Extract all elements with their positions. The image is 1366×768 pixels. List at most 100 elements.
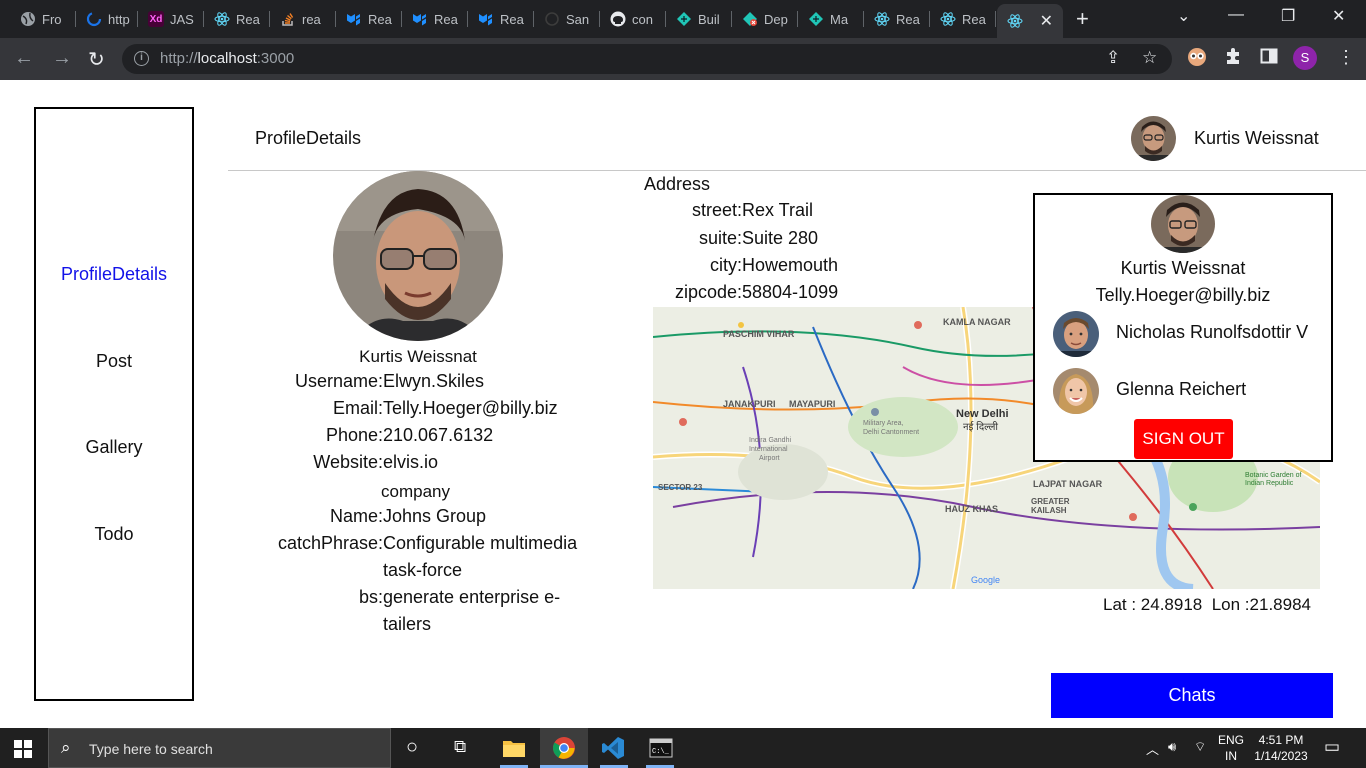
page-title: ProfileDetails (255, 128, 362, 148)
bs-value-line2: tailers (383, 614, 432, 634)
username-value: Elwyn.Skiles (383, 371, 485, 391)
url-input[interactable]: i http://localhost:3000 ⇪ ☆ (122, 44, 1172, 74)
notifications-icon[interactable]: ▭ (1324, 737, 1340, 757)
input-language[interactable]: ENG IN (1218, 732, 1244, 764)
browser-tab[interactable]: Rea (204, 4, 270, 34)
search-icon: ⌕ (61, 738, 71, 757)
active-tab[interactable]: ✕ (997, 4, 1063, 38)
reload-icon[interactable]: ↻ (88, 47, 105, 72)
browser-tab-label: Rea (500, 11, 524, 27)
app-page: ProfileDetails Post Gallery Todo Profile… (0, 80, 1366, 728)
svg-text:Delhi Cantonment: Delhi Cantonment (863, 429, 919, 436)
street-value: Rex Trail (742, 200, 814, 220)
lang-region: IN (1225, 749, 1237, 763)
email-value: Telly.Hoeger@billy.biz (383, 398, 558, 418)
browser-tab[interactable]: Xd JAS (138, 4, 204, 34)
cortana-icon[interactable]: ○ (406, 736, 418, 759)
file-explorer-icon[interactable] (502, 736, 526, 760)
header-user-name[interactable]: Kurtis Weissnat (1194, 128, 1319, 149)
suite-value: Suite 280 (742, 228, 819, 248)
bookmark-star-icon[interactable]: ☆ (1142, 48, 1157, 68)
new-tab-button[interactable]: + (1076, 6, 1089, 32)
profile-name: Kurtis Weissnat (359, 347, 477, 366)
browser-tab[interactable]: rea (270, 4, 336, 34)
url-text: http://localhost:3000 (160, 50, 295, 67)
header-divider (228, 170, 1366, 171)
friend-name: Nicholas Runolfsdottir V (1116, 322, 1309, 342)
browser-tab[interactable]: Buil (666, 4, 732, 34)
windows-start-icon[interactable] (14, 740, 32, 758)
street-label: street: (691, 200, 742, 220)
task-view-icon[interactable]: ⧉ (454, 737, 466, 757)
website-label: Website: (313, 452, 383, 472)
company-fields: Name: catchPhrase: bs: Johns Group Confi… (0, 503, 600, 643)
browser-tab[interactable]: Rea (864, 4, 930, 34)
username-label: Username: (294, 371, 383, 391)
company-name-value: Johns Group (383, 506, 487, 526)
menu-kebab-icon[interactable]: ⋮ (1337, 47, 1355, 68)
browser-tab[interactable]: Ma (798, 4, 864, 34)
svg-text:Botanic Garden of: Botanic Garden of (1245, 472, 1301, 479)
browser-tab[interactable]: Rea (336, 4, 402, 34)
react-icon (940, 11, 956, 27)
extension-owl-icon[interactable] (1187, 47, 1207, 72)
profile-dropdown-card: Kurtis Weissnat Telly.Hoeger@billy.biz N… (1033, 193, 1333, 462)
company-heading: company (381, 482, 450, 501)
restore-icon[interactable]: ❐ (1281, 6, 1295, 26)
stackoverflow-icon (280, 11, 296, 27)
friend-item[interactable]: Glenna Reichert (1053, 368, 1323, 414)
browser-tab-label: Dep (764, 11, 788, 27)
share-icon[interactable]: ⇪ (1106, 48, 1120, 68)
svg-text:International: International (749, 446, 788, 453)
browser-tab[interactable]: Rea (468, 4, 534, 34)
lang-code: ENG (1218, 733, 1245, 747)
side-panel-icon[interactable] (1260, 47, 1278, 70)
friend-item[interactable]: Nicholas Runolfsdottir V (1053, 311, 1323, 357)
extensions-puzzle-icon[interactable] (1224, 47, 1242, 70)
svg-text:New Delhi: New Delhi (956, 408, 1009, 420)
site-info-icon[interactable]: i (134, 51, 149, 66)
browser-tab[interactable]: Dep (732, 4, 798, 34)
github-icon (610, 11, 626, 27)
city-label: city: (709, 255, 742, 275)
minimize-icon[interactable]: — (1228, 6, 1244, 24)
terminal-icon[interactable]: C:\_ (649, 736, 673, 760)
taskbar-search-box[interactable]: ⌕ Type here to search (48, 728, 391, 768)
catchphrase-label: catchPhrase: (277, 533, 383, 553)
close-window-icon[interactable]: ✕ (1332, 6, 1345, 26)
close-tab-icon[interactable]: ✕ (1040, 11, 1053, 31)
svg-text:MAYAPURI: MAYAPURI (789, 399, 835, 409)
browser-tab[interactable]: http (76, 4, 138, 34)
forward-icon[interactable]: → (52, 47, 72, 70)
browser-tab[interactable]: con (600, 4, 666, 34)
show-hidden-icons-chevron-icon[interactable]: ︿ (1146, 739, 1159, 758)
friend-avatar (1053, 311, 1099, 357)
chrome-icon[interactable] (552, 736, 576, 760)
volume-icon[interactable]: 🔊︎ (1168, 739, 1176, 755)
browser-tab-label: Buil (698, 11, 720, 27)
browser-tab-label: con (632, 11, 653, 27)
browser-tab[interactable]: San (534, 4, 600, 34)
city-value: Howemouth (742, 255, 839, 275)
browser-tab-label: http (108, 11, 130, 27)
taskbar-clock[interactable]: 4:51 PM 1/14/2023 (1250, 732, 1312, 764)
header-avatar[interactable] (1131, 116, 1176, 161)
react-icon (1007, 13, 1023, 29)
back-icon[interactable]: ← (14, 47, 34, 70)
browser-tab[interactable]: Rea (930, 4, 996, 34)
search-placeholder: Type here to search (89, 741, 213, 757)
browser-tab[interactable]: Fro (10, 4, 76, 34)
tab-search-icon[interactable]: ⌄ (1177, 6, 1190, 26)
browser-tab-label: JAS (170, 11, 194, 27)
friend-avatar (1053, 368, 1099, 414)
chats-button[interactable]: Chats (1051, 673, 1333, 718)
clock-date: 1/14/2023 (1254, 749, 1308, 763)
catchphrase-value-line1: Configurable multimedia (383, 533, 578, 553)
profile-avatar[interactable]: S (1293, 46, 1317, 70)
phone-label: Phone: (325, 425, 383, 445)
wifi-icon[interactable]: ⌔ (1194, 739, 1206, 755)
browser-tab[interactable]: Rea (402, 4, 468, 34)
browser-tab-label: Rea (962, 11, 986, 27)
sign-out-button[interactable]: SIGN OUT (1134, 419, 1233, 459)
vscode-icon[interactable] (601, 736, 625, 760)
